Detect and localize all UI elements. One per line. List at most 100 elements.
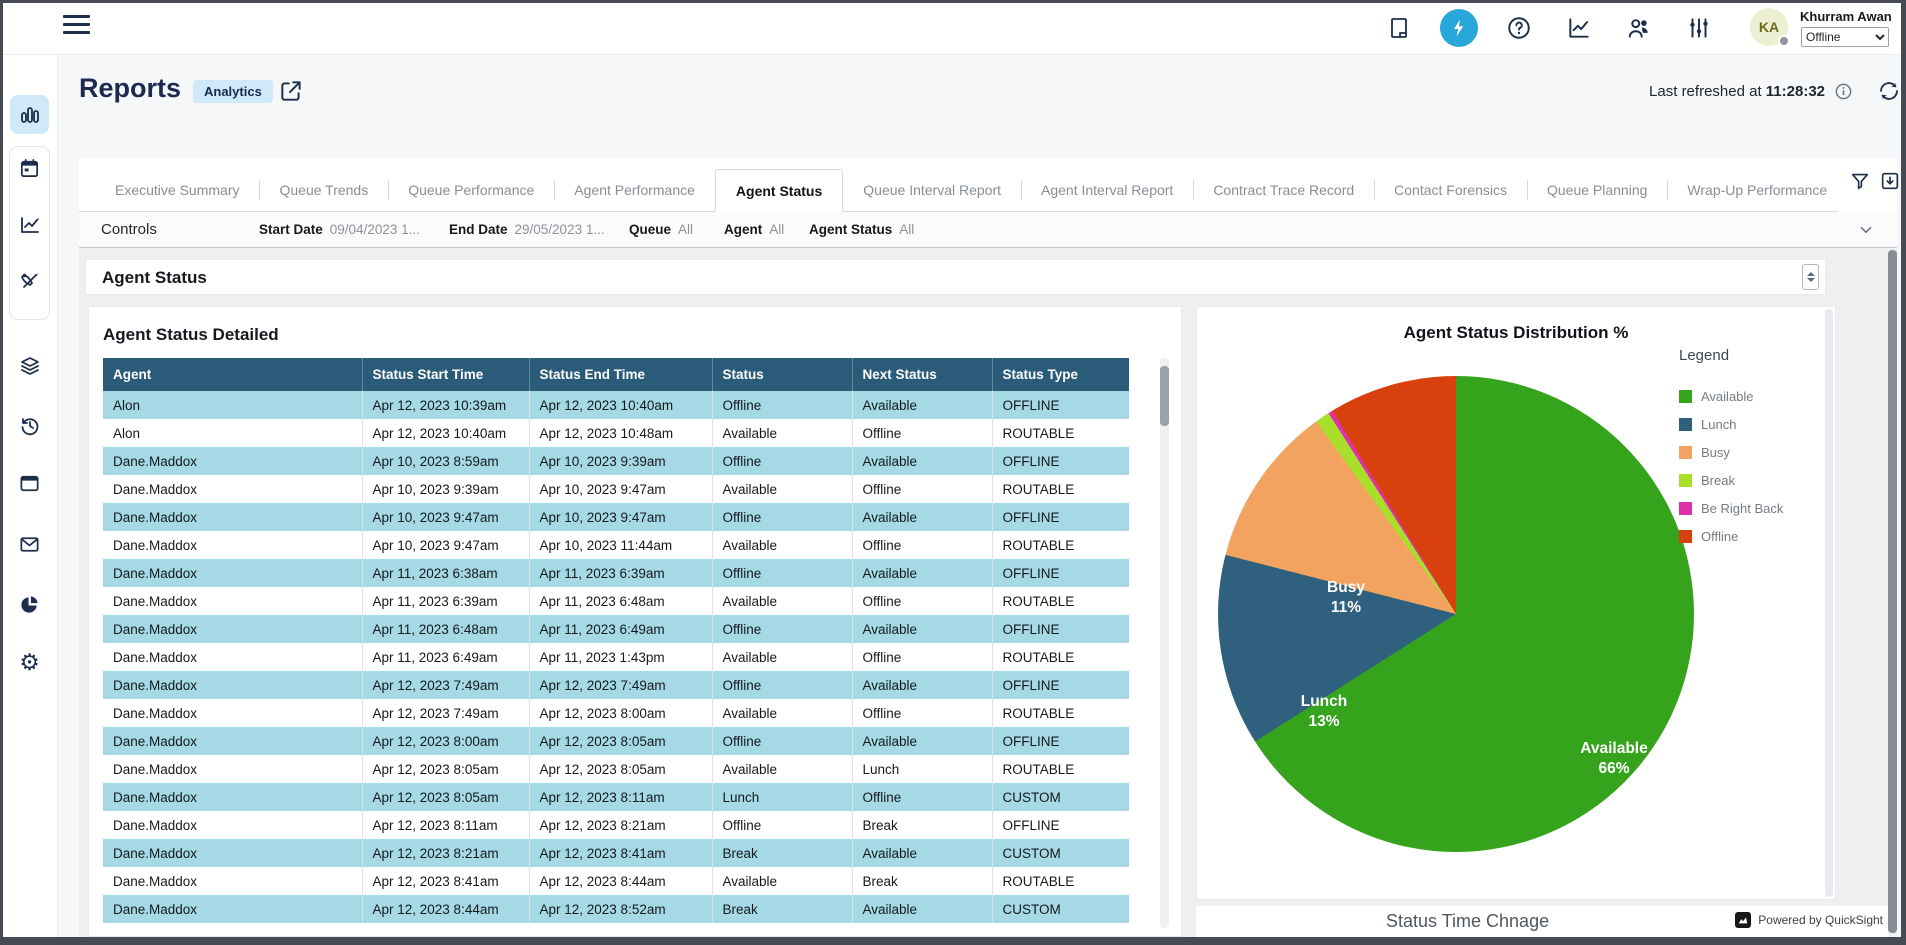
sidebar-item-calendar[interactable] <box>10 149 49 188</box>
last-refreshed-time: 11:28:32 <box>1766 83 1825 100</box>
table-cell: Available <box>712 475 852 503</box>
tab-contact-forensics[interactable]: Contact Forensics <box>1374 169 1527 211</box>
table-cell: ROUTABLE <box>992 475 1129 503</box>
tab-queue-trends[interactable]: Queue Trends <box>259 169 388 211</box>
table-row: Dane.MaddoxApr 12, 2023 7:49amApr 12, 20… <box>103 699 1129 727</box>
pie-panel-scrollbar[interactable] <box>1825 309 1833 897</box>
sidebar-item-layers[interactable] <box>10 346 49 385</box>
table-cell: CUSTOM <box>992 783 1129 811</box>
page-title: Reports <box>79 73 181 104</box>
legend-item-available[interactable]: Available <box>1679 382 1809 410</box>
table-cell: OFFLINE <box>992 727 1129 755</box>
table-cell: ROUTABLE <box>992 643 1129 671</box>
table-cell: Offline <box>852 419 992 447</box>
table-cell: Apr 11, 2023 6:39am <box>529 559 712 587</box>
tab-wrap-up-performance[interactable]: Wrap-Up Performance <box>1667 169 1847 211</box>
legend-item-be-right-back[interactable]: Be Right Back <box>1679 494 1809 522</box>
table-cell: Dane.Maddox <box>103 895 362 923</box>
sidebar-item-reports[interactable] <box>10 95 49 134</box>
filter-end-date[interactable]: End Date29/05/2023 1... <box>449 222 605 237</box>
tab-executive-summary[interactable]: Executive Summary <box>95 169 259 211</box>
filter-agent[interactable]: AgentAll <box>724 222 784 237</box>
table-cell: Break <box>712 839 852 867</box>
table-cell: Apr 12, 2023 8:21am <box>362 839 529 867</box>
filter-icon[interactable] <box>1849 170 1871 192</box>
table-cell: Offline <box>712 671 852 699</box>
people-icon[interactable] <box>1619 8 1659 48</box>
table-cell: ROUTABLE <box>992 587 1129 615</box>
table-row: Dane.MaddoxApr 12, 2023 8:05amApr 12, 20… <box>103 755 1129 783</box>
avatar[interactable]: KA <box>1750 8 1788 46</box>
chevron-down-icon[interactable] <box>1857 221 1875 239</box>
column-header[interactable]: Agent <box>103 358 362 391</box>
legend-item-busy[interactable]: Busy <box>1679 438 1809 466</box>
column-header[interactable]: Status End Time <box>529 358 712 391</box>
external-link-icon[interactable] <box>278 78 304 104</box>
table-cell: Apr 12, 2023 7:49am <box>529 671 712 699</box>
tab-queue-performance[interactable]: Queue Performance <box>388 169 554 211</box>
tab-agent-status[interactable]: Agent Status <box>715 169 843 212</box>
tab-agent-performance[interactable]: Agent Performance <box>554 169 715 211</box>
download-icon[interactable] <box>1879 170 1901 192</box>
table-cell: CUSTOM <box>992 895 1129 923</box>
sidebar-item-pie-chart[interactable] <box>10 585 49 624</box>
table-cell: Apr 11, 2023 6:49am <box>362 643 529 671</box>
tab-queue-planning[interactable]: Queue Planning <box>1527 169 1667 211</box>
powered-by-quicksight[interactable]: Powered by QuickSight <box>1735 912 1883 928</box>
table-cell: Lunch <box>712 783 852 811</box>
sidebar-item-design-tools[interactable] <box>10 261 49 300</box>
table-cell: Break <box>712 895 852 923</box>
table-cell: Dane.Maddox <box>103 615 362 643</box>
line-chart-icon[interactable] <box>1559 8 1599 48</box>
sliders-icon[interactable] <box>1679 8 1719 48</box>
info-icon[interactable] <box>1834 82 1853 101</box>
filter-start-date[interactable]: Start Date09/04/2023 1... <box>259 222 420 237</box>
legend-item-offline[interactable]: Offline <box>1679 522 1809 550</box>
sidebar-item-history[interactable] <box>10 406 49 445</box>
filter-agent-status[interactable]: Agent StatusAll <box>809 222 914 237</box>
bolt-icon[interactable] <box>1439 8 1479 48</box>
column-header[interactable]: Status <box>712 358 852 391</box>
legend-item-break[interactable]: Break <box>1679 466 1809 494</box>
bottom-panel: Status Time Chnage Powered by QuickSight <box>1196 906 1897 937</box>
tab-agent-interval-report[interactable]: Agent Interval Report <box>1021 169 1193 211</box>
table-cell: Dane.Maddox <box>103 503 362 531</box>
table-row: Dane.MaddoxApr 11, 2023 6:48amApr 11, 20… <box>103 615 1129 643</box>
table-scrollbar-thumb[interactable] <box>1160 366 1169 426</box>
tab-queue-interval-report[interactable]: Queue Interval Report <box>843 169 1021 211</box>
status-dropdown[interactable]: Offline <box>1801 27 1889 47</box>
help-icon[interactable] <box>1499 8 1539 48</box>
table-header: AgentStatus Start TimeStatus End TimeSta… <box>103 358 1129 391</box>
note-icon[interactable] <box>1379 8 1419 48</box>
table-row: Dane.MaddoxApr 12, 2023 8:11amApr 12, 20… <box>103 811 1129 839</box>
legend-swatch <box>1679 474 1692 487</box>
column-header[interactable]: Status Start Time <box>362 358 529 391</box>
hamburger-menu-icon[interactable] <box>63 15 93 39</box>
table-cell: Apr 12, 2023 10:39am <box>362 391 529 419</box>
sidebar-item-mail[interactable] <box>10 525 49 564</box>
tab-contract-trace-record[interactable]: Contract Trace Record <box>1193 169 1374 211</box>
table-cell: Offline <box>712 727 852 755</box>
section-spinner[interactable] <box>1802 264 1819 290</box>
filter-queue[interactable]: QueueAll <box>629 222 693 237</box>
page-scrollbar[interactable] <box>1888 248 1897 937</box>
refresh-icon[interactable] <box>1877 79 1901 103</box>
quicksight-logo-icon <box>1735 912 1751 928</box>
column-header[interactable]: Next Status <box>852 358 992 391</box>
table-cell: Apr 12, 2023 8:05am <box>529 755 712 783</box>
table-cell: Apr 10, 2023 11:44am <box>529 531 712 559</box>
sidebar-item-settings[interactable]: ⚙ <box>10 643 49 682</box>
page-scrollbar-thumb[interactable] <box>1888 250 1897 933</box>
legend-label: Available <box>1701 389 1754 404</box>
table-cell: CUSTOM <box>992 839 1129 867</box>
column-header[interactable]: Status Type <box>992 358 1129 391</box>
sidebar-item-line-chart[interactable] <box>10 205 49 244</box>
table-cell: Offline <box>712 615 852 643</box>
table-cell: Offline <box>852 699 992 727</box>
legend-swatch <box>1679 418 1692 431</box>
sidebar-item-window[interactable] <box>10 464 49 503</box>
table-scrollbar[interactable] <box>1160 358 1169 928</box>
chart-legend: Legend AvailableLunchBusyBreakBe Right B… <box>1679 347 1809 550</box>
agent-status-pie-chart[interactable]: Busy11% Lunch13% Available66% <box>1218 376 1694 852</box>
legend-item-lunch[interactable]: Lunch <box>1679 410 1809 438</box>
